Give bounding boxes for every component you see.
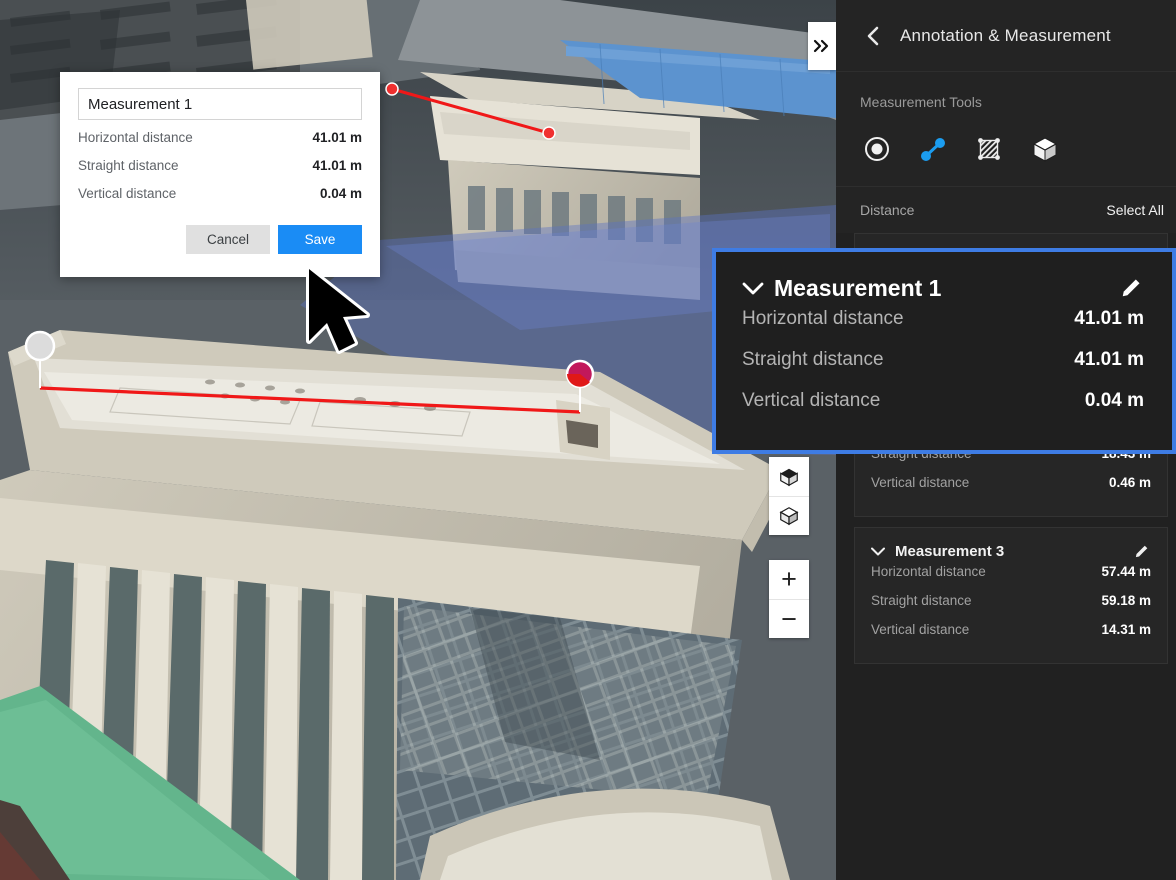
save-button[interactable]: Save <box>278 225 362 254</box>
measurement-row-value: 57.44 m <box>1101 564 1151 579</box>
dialog-row: Straight distance 41.01 m <box>78 158 362 186</box>
highlighted-measurement-row: Horizontal distance 41.01 m <box>742 308 1144 349</box>
measurement-title: Measurement 3 <box>895 543 1131 560</box>
measurement-row: Vertical distance 14.31 m <box>871 622 1151 651</box>
measurement-row: Horizontal distance 57.44 m <box>871 564 1151 593</box>
cube-solid-icon <box>778 466 800 488</box>
highlighted-row-label: Straight distance <box>742 349 884 371</box>
back-button[interactable] <box>860 23 886 49</box>
zoom-controls: + − <box>769 560 809 638</box>
zoom-in-button[interactable]: + <box>769 560 809 599</box>
measurement-name-input[interactable] <box>78 88 362 120</box>
highlighted-card-header[interactable]: Measurement 1 <box>742 268 1144 308</box>
highlighted-row-label: Horizontal distance <box>742 308 904 330</box>
highlighted-row-value: 41.01 m <box>1074 308 1144 330</box>
pencil-icon[interactable] <box>1118 277 1144 299</box>
measurement-row-value: 59.18 m <box>1101 593 1151 608</box>
hatched-area-icon <box>974 134 1004 164</box>
measurement-list-header: Distance Select All <box>836 187 1176 233</box>
distance-tool-button[interactable] <box>916 132 950 166</box>
zoom-out-label: − <box>781 606 797 633</box>
page-title: Annotation & Measurement <box>900 26 1111 46</box>
3d-viewport[interactable]: + − Horizontal distance 41.01 m Straight… <box>0 0 836 880</box>
measurement-row: Vertical distance 0.46 m <box>871 475 1151 504</box>
zoom-out-button[interactable]: − <box>769 599 809 638</box>
dialog-row-value: 41.01 m <box>312 158 362 173</box>
measurement-row-label: Horizontal distance <box>871 564 986 579</box>
app-root: + − Horizontal distance 41.01 m Straight… <box>0 0 1176 880</box>
measurement-row-label: Vertical distance <box>871 475 969 490</box>
dialog-measurement-rows: Horizontal distance 41.01 m Straight dis… <box>78 130 362 214</box>
cancel-button[interactable]: Cancel <box>186 225 270 254</box>
chevron-down-icon[interactable] <box>871 547 889 556</box>
cube-outline-button[interactable] <box>769 496 809 535</box>
double-chevron-right-icon <box>813 39 831 53</box>
cube-solid-button[interactable] <box>769 457 809 496</box>
chevron-down-icon[interactable] <box>742 282 768 295</box>
measurement-tools-row <box>860 132 1152 166</box>
dialog-row-label: Vertical distance <box>78 186 176 201</box>
chevron-left-icon <box>865 25 881 47</box>
save-measurement-dialog: Horizontal distance 41.01 m Straight dis… <box>60 72 380 277</box>
dialog-row-label: Horizontal distance <box>78 130 193 145</box>
measurement-tools-label: Measurement Tools <box>860 94 1152 110</box>
highlighted-row-value: 41.01 m <box>1074 349 1144 371</box>
highlighted-measurement-row: Vertical distance 0.04 m <box>742 390 1144 431</box>
select-all-button[interactable]: Select All <box>1106 202 1164 218</box>
line-segment-icon <box>918 134 948 164</box>
measurement-row-value: 0.46 m <box>1109 475 1151 490</box>
zoom-in-label: + <box>781 566 797 593</box>
measurement-card[interactable]: Measurement 3 Horizontal distance 57.44 … <box>854 527 1168 664</box>
highlighted-measurement-title: Measurement 1 <box>774 275 1118 302</box>
panel-header: Annotation & Measurement <box>836 0 1176 72</box>
highlighted-measurement-row: Straight distance 41.01 m <box>742 349 1144 390</box>
cube-volume-icon <box>1030 134 1060 164</box>
cube-outline-icon <box>778 505 800 527</box>
dialog-row-label: Straight distance <box>78 158 179 173</box>
dialog-actions: Cancel Save <box>78 225 362 254</box>
volume-tool-button[interactable] <box>1028 132 1062 166</box>
area-tool-button[interactable] <box>972 132 1006 166</box>
distance-category-label: Distance <box>860 202 914 218</box>
dialog-row-value: 0.04 m <box>320 186 362 201</box>
measurement-row: Straight distance 59.18 m <box>871 593 1151 622</box>
dialog-row: Horizontal distance 41.01 m <box>78 130 362 158</box>
dialog-row-value: 41.01 m <box>312 130 362 145</box>
pencil-icon[interactable] <box>1131 544 1151 559</box>
view-mode-controls <box>769 457 809 535</box>
measurement-tools-section: Measurement Tools <box>836 72 1176 187</box>
measurement-row-value: 14.31 m <box>1101 622 1151 637</box>
dialog-row: Vertical distance 0.04 m <box>78 186 362 214</box>
highlighted-row-label: Vertical distance <box>742 390 880 412</box>
highlighted-measurement-card[interactable]: Measurement 1 Horizontal distance 41.01 … <box>712 248 1176 454</box>
measurement-row-label: Straight distance <box>871 593 972 608</box>
target-point-icon <box>862 134 892 164</box>
measurement-card-header[interactable]: Measurement 3 <box>871 538 1151 564</box>
point-tool-button[interactable] <box>860 132 894 166</box>
expand-panel-button[interactable] <box>808 22 836 70</box>
highlighted-row-value: 0.04 m <box>1085 390 1144 412</box>
measurement-row-label: Vertical distance <box>871 622 969 637</box>
